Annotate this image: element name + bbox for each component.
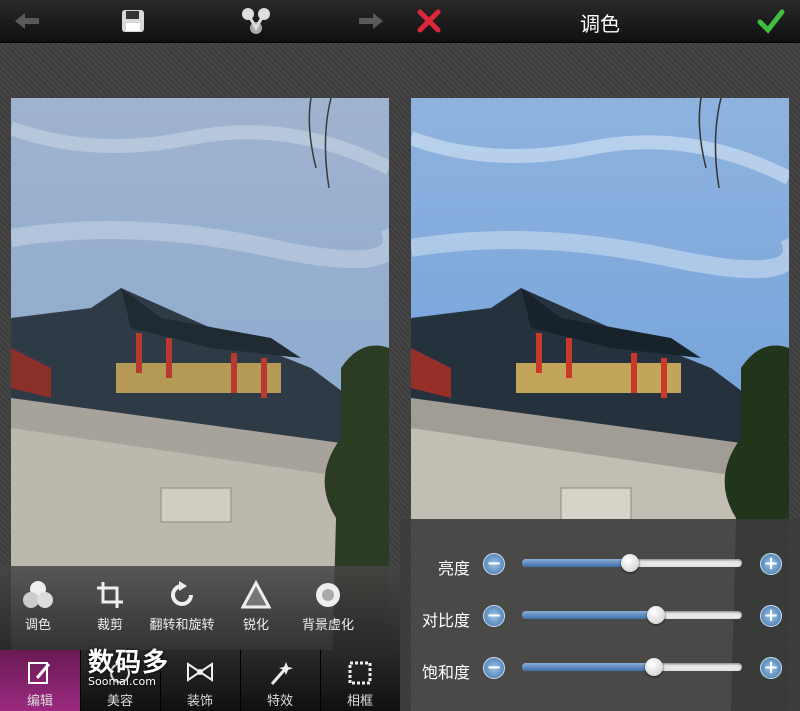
plus-icon[interactable]: + (760, 605, 782, 627)
share-icon[interactable] (240, 6, 270, 36)
brightness-row: 亮度 − + (400, 545, 800, 585)
tab-label: 美容 (106, 694, 133, 709)
tool-rotate[interactable]: 翻转和旋转 (144, 576, 220, 633)
slider-handle[interactable] (620, 554, 639, 572)
tool-blur[interactable]: 背景虚化 (290, 576, 366, 633)
rotate-icon (144, 576, 220, 614)
slider-label: 对比度 (421, 611, 470, 630)
tool-label: 锐化 (242, 618, 269, 633)
tool-sharpen[interactable]: 锐化 (218, 576, 294, 633)
color-adjust-icon (0, 576, 76, 614)
tool-bar: 调色 裁剪 翻转和旋转 锐化 背景虚化 (0, 566, 400, 650)
minus-icon[interactable]: − (483, 657, 505, 679)
left-top-bar (0, 0, 400, 43)
contrast-slider[interactable] (522, 606, 742, 624)
undo-icon[interactable] (12, 6, 42, 36)
bow-icon (160, 650, 240, 690)
saturation-row: 饱和度 − + (400, 649, 800, 689)
brightness-slider[interactable] (522, 554, 742, 572)
tab-label: 编辑 (26, 694, 53, 709)
redo-icon[interactable] (356, 6, 386, 36)
slider-label: 饱和度 (421, 663, 470, 682)
slider-handle[interactable] (645, 658, 663, 676)
contrast-row: 对比度 − + (400, 597, 800, 637)
tab-label: 装饰 (186, 694, 213, 709)
tool-label: 翻转和旋转 (149, 618, 215, 633)
confirm-icon[interactable] (756, 6, 786, 36)
sharpen-icon (218, 576, 294, 614)
blur-icon (290, 576, 366, 614)
tool-label: 背景虚化 (301, 618, 354, 633)
minus-icon[interactable]: − (483, 605, 505, 627)
bottom-tab-bar: 编辑 美容 装饰 特效 相框 (0, 650, 400, 711)
slider-handle[interactable] (647, 606, 666, 624)
slider-fill (522, 559, 630, 567)
page-title: 调色 (580, 12, 620, 36)
tab-edit[interactable]: 编辑 (0, 650, 81, 711)
plus-icon[interactable]: + (760, 553, 782, 575)
minus-icon[interactable]: − (483, 553, 505, 575)
tab-label: 相框 (346, 694, 373, 709)
adjust-panel: 亮度 − + 对比度 − + 饱和度 − + (400, 519, 800, 711)
tool-color-adjust[interactable]: 调色 (0, 576, 76, 633)
tab-decorate[interactable]: 装饰 (160, 650, 241, 711)
slider-fill (522, 611, 657, 619)
watermark: 数码多 Soomal.com (88, 642, 169, 688)
right-top-bar: 调色 (400, 0, 800, 43)
slider-fill (522, 663, 654, 671)
slider-label: 亮度 (437, 559, 470, 578)
left-screen: 调色 裁剪 翻转和旋转 锐化 背景虚化 编辑 美容 装饰 特效 相框 数码多 S… (0, 0, 400, 711)
tool-label: 裁剪 (96, 618, 123, 633)
tab-frame[interactable]: 相框 (320, 650, 400, 711)
watermark-title: 数码多 (88, 648, 170, 678)
saturation-slider[interactable] (522, 658, 742, 676)
right-screen: 调色 亮度 − + 对比度 − + 饱和度 − + (400, 0, 800, 711)
plus-icon[interactable]: + (760, 657, 782, 679)
magic-wand-icon (240, 650, 320, 690)
edit-icon (0, 650, 80, 690)
tool-crop[interactable]: 裁剪 (72, 576, 148, 633)
tab-effects[interactable]: 特效 (240, 650, 321, 711)
tool-label: 调色 (24, 618, 51, 633)
crop-icon (72, 576, 148, 614)
save-icon[interactable] (118, 6, 148, 36)
frame-icon (320, 650, 400, 690)
tab-label: 特效 (266, 694, 293, 709)
